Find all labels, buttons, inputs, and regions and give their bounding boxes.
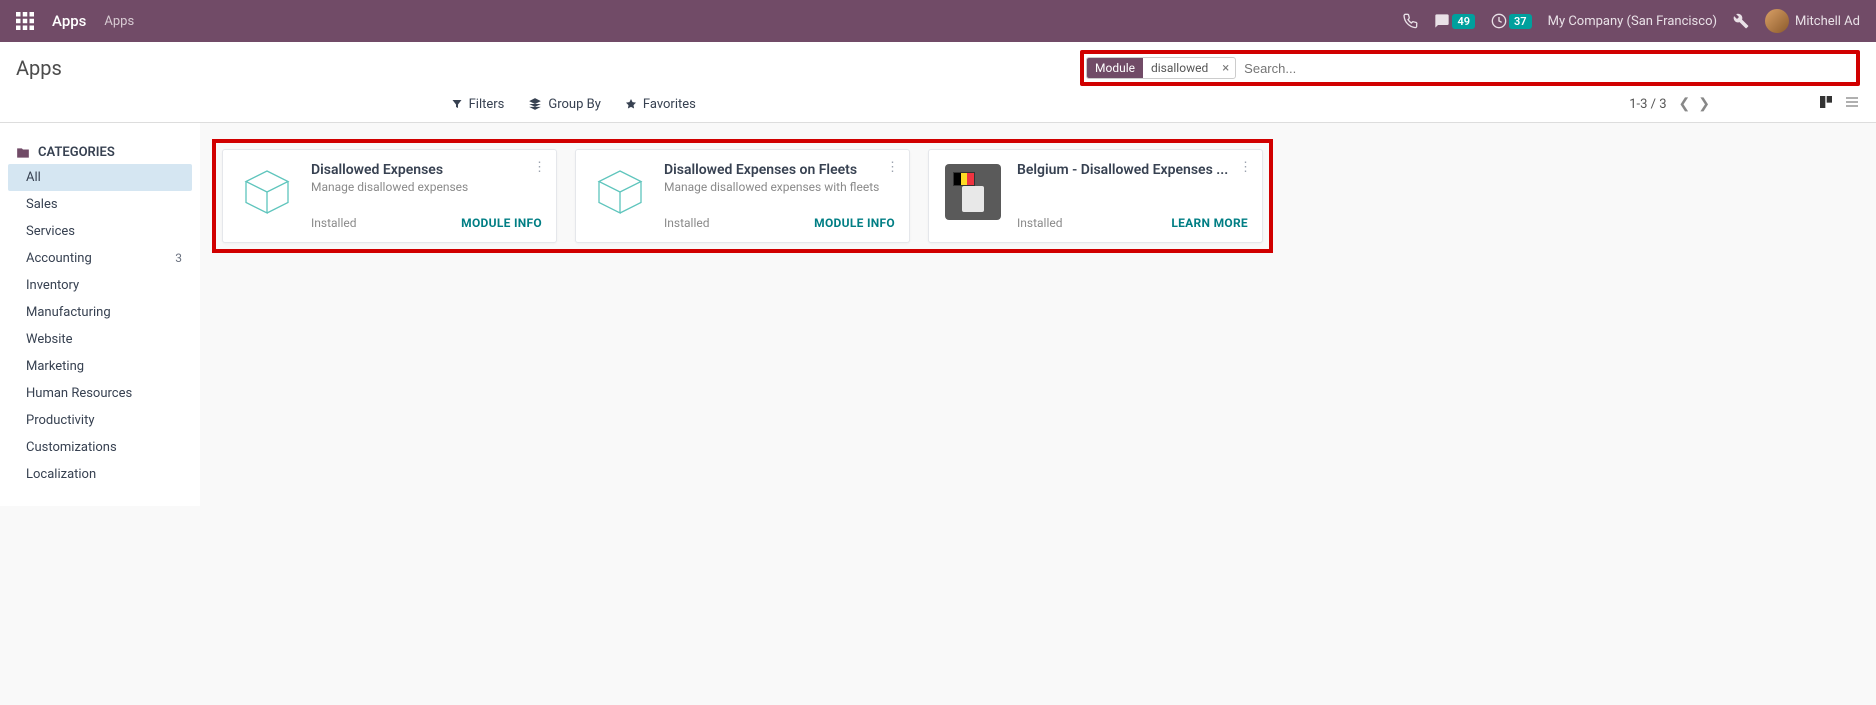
cube-icon [237,162,297,222]
sidebar-item-services[interactable]: Services [8,218,192,245]
sidebar-item-label: Inventory [26,278,79,293]
groupby-label: Group By [548,97,601,112]
card-title: Disallowed Expenses on Fleets [664,162,895,178]
sidebar-item-sales[interactable]: Sales [8,191,192,218]
activities-count: 37 [1509,14,1532,29]
highlight-box: Disallowed Expenses Manage disallowed exp… [212,139,1273,253]
belgium-module-icon [943,162,1003,222]
search-box[interactable]: Module disallowed × [1080,50,1860,86]
groupby-button[interactable]: Group By [528,97,601,112]
sidebar-item-label: Website [26,332,73,347]
activities-button[interactable]: 37 [1491,13,1532,29]
sidebar: CATEGORIES All Sales Services Accounting 3 In… [0,123,200,506]
navbar: Apps Apps 49 37 My Company (San Francisc… [0,0,1876,42]
facet-remove-icon[interactable]: × [1216,61,1235,76]
sidebar-item-localization[interactable]: Localization [8,461,192,488]
favorites-button[interactable]: Favorites [625,97,696,112]
kebab-menu-icon[interactable]: ⋮ [886,160,899,175]
sidebar-item-accounting[interactable]: Accounting 3 [8,245,192,272]
main-area: Disallowed Expenses Manage disallowed exp… [200,123,1876,506]
sidebar-item-label: Services [26,224,75,239]
discuss-button[interactable]: 49 [1434,13,1475,29]
card-status: Installed [1017,216,1063,230]
discuss-count: 49 [1452,14,1475,29]
sidebar-item-label: Sales [26,197,58,212]
sidebar-item-label: Localization [26,467,96,482]
apps-grid-icon[interactable] [16,12,34,30]
facet-value: disallowed [1143,58,1216,78]
sidebar-item-label: Accounting [26,251,92,266]
voip-icon[interactable] [1402,13,1418,29]
card-action-button[interactable]: LEARN MORE [1171,216,1248,230]
card-status: Installed [664,216,710,230]
pager-next-icon[interactable]: ❯ [1698,96,1710,112]
page-title: Apps [16,56,62,80]
sidebar-item-label: Customizations [26,440,117,455]
sidebar-heading-label: CATEGORIES [38,145,115,160]
sidebar-item-label: All [26,170,41,185]
control-panel: Apps Module disallowed × Filters [0,42,1876,123]
card-action-button[interactable]: MODULE INFO [814,216,895,230]
user-name: Mitchell Ad [1795,14,1860,29]
kanban-view-icon[interactable] [1818,94,1834,114]
menu-apps[interactable]: Apps [104,14,134,29]
card-title: Disallowed Expenses [311,162,542,178]
card-description: Manage disallowed expenses with fleets [664,180,895,210]
cube-icon [590,162,650,222]
favorites-label: Favorites [643,97,696,112]
facet-label: Module [1087,58,1143,78]
filters-label: Filters [469,97,505,112]
sidebar-item-customizations[interactable]: Customizations [8,434,192,461]
module-card[interactable]: Disallowed Expenses on Fleets Manage disa… [575,149,910,243]
sidebar-item-label: Human Resources [26,386,132,401]
company-selector[interactable]: My Company (San Francisco) [1548,14,1717,29]
sidebar-item-marketing[interactable]: Marketing [8,353,192,380]
card-title: Belgium - Disallowed Expenses ... [1017,162,1248,178]
list-view-icon[interactable] [1844,94,1860,114]
sidebar-item-human-resources[interactable]: Human Resources [8,380,192,407]
pager-text: 1-3 / 3 [1629,97,1666,112]
card-action-button[interactable]: MODULE INFO [461,216,542,230]
sidebar-item-website[interactable]: Website [8,326,192,353]
module-card[interactable]: Belgium - Disallowed Expenses ... Install… [928,149,1263,243]
avatar [1765,9,1789,33]
sidebar-item-manufacturing[interactable]: Manufacturing [8,299,192,326]
sidebar-item-label: Manufacturing [26,305,111,320]
sidebar-item-all[interactable]: All [8,164,192,191]
module-card[interactable]: Disallowed Expenses Manage disallowed exp… [222,149,557,243]
sidebar-item-productivity[interactable]: Productivity [8,407,192,434]
app-title[interactable]: Apps [52,12,86,30]
sidebar-heading: CATEGORIES [8,141,192,164]
kebab-menu-icon[interactable]: ⋮ [533,160,546,175]
sidebar-item-label: Marketing [26,359,84,374]
sidebar-item-inventory[interactable]: Inventory [8,272,192,299]
sidebar-item-label: Productivity [26,413,94,428]
debug-icon[interactable] [1733,13,1749,29]
search-input[interactable] [1236,56,1854,80]
sidebar-item-count: 3 [175,251,182,266]
user-menu[interactable]: Mitchell Ad [1765,9,1860,33]
card-status: Installed [311,216,357,230]
pager-prev-icon[interactable]: ❮ [1679,96,1691,112]
card-description [1017,180,1248,210]
card-description: Manage disallowed expenses [311,180,542,210]
kebab-menu-icon[interactable]: ⋮ [1239,160,1252,175]
filters-button[interactable]: Filters [451,97,505,112]
search-facet: Module disallowed × [1086,57,1236,79]
